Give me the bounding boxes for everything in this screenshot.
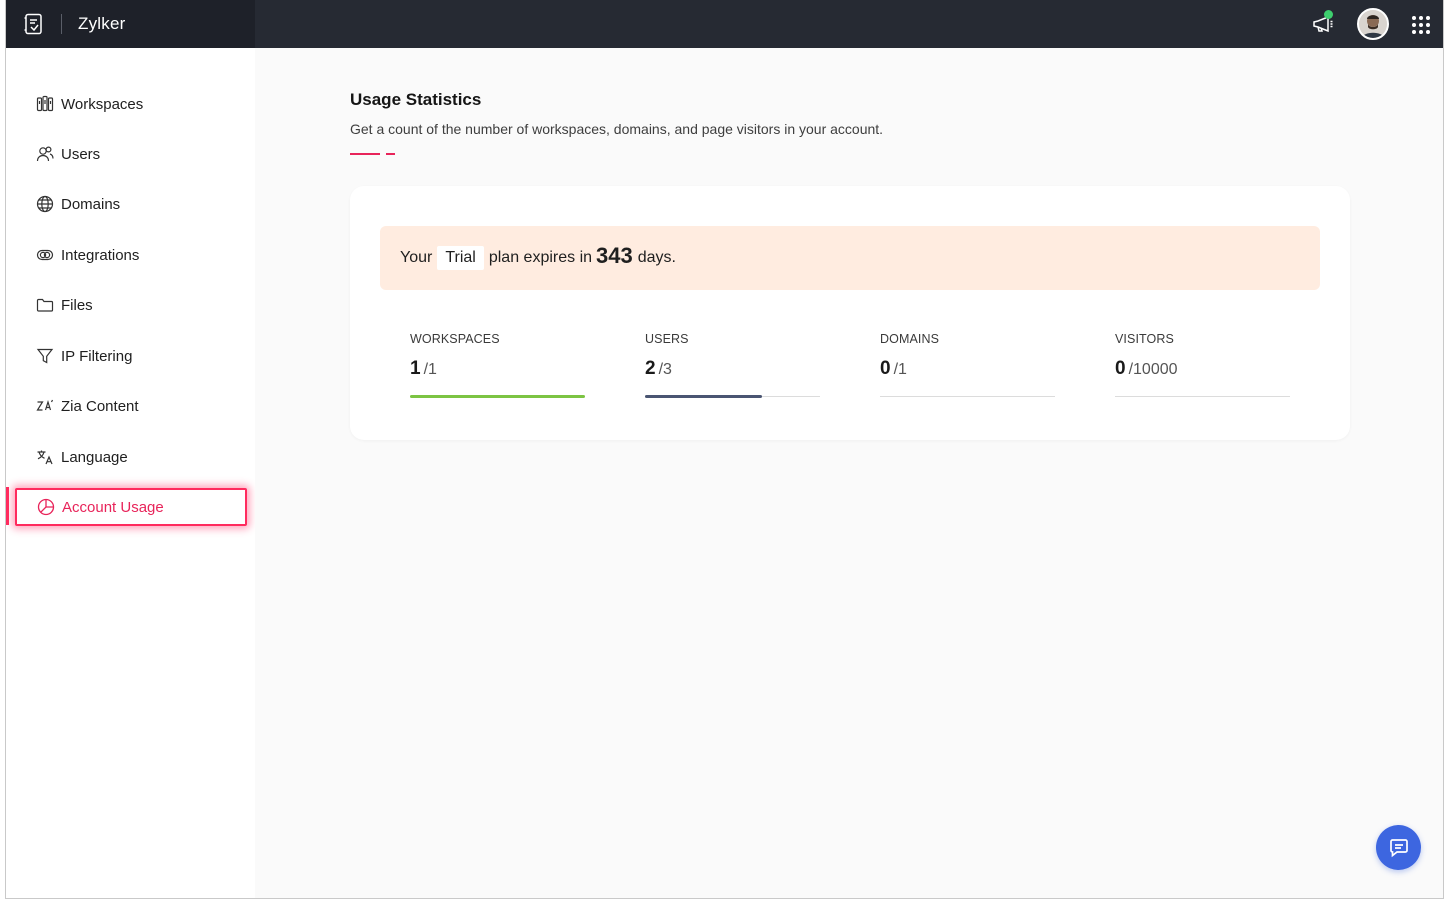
stat-label: WORKSPACES xyxy=(410,332,500,346)
sidebar-item-label: Zia Content xyxy=(61,397,139,415)
page-subtitle: Get a count of the number of workspaces,… xyxy=(350,121,884,137)
stat-values: 0/1 xyxy=(880,358,1055,380)
avatar-person-icon xyxy=(1359,10,1387,38)
chat-button[interactable] xyxy=(1376,825,1421,870)
stat-progress-fill xyxy=(410,395,585,398)
stat-visitors: VISITORS 0/10000 xyxy=(1115,332,1290,397)
sidebar-item-label: Language xyxy=(61,448,128,466)
pie-chart-icon xyxy=(36,497,56,517)
plan-badge: Trial xyxy=(437,246,484,270)
main-content: Usage Statistics Get a count of the numb… xyxy=(255,48,1443,898)
sidebar-item-users[interactable]: Users xyxy=(6,134,255,174)
sidebar-item-ip-filtering[interactable]: IP Filtering xyxy=(6,336,255,376)
sidebar-item-label: Workspaces xyxy=(61,95,144,113)
sidebar-item-zia-content[interactable]: Zia Content xyxy=(6,386,255,426)
stat-domains: DOMAINS 0/1 xyxy=(880,332,1055,397)
top-bar: Zylker xyxy=(6,0,1443,48)
usage-card: Your Trial plan expires in 343 days. WOR… xyxy=(350,186,1350,440)
sidebar-item-domains[interactable]: Domains xyxy=(6,184,255,224)
trial-middle: plan expires in xyxy=(488,249,593,266)
sidebar-item-label: Account Usage xyxy=(62,498,164,516)
brand-divider xyxy=(61,14,62,34)
avatar[interactable] xyxy=(1357,8,1389,40)
trial-suffix: days. xyxy=(637,249,676,266)
stat-progress-track xyxy=(1115,396,1290,397)
stat-label: USERS xyxy=(645,332,689,346)
stat-progress-fill xyxy=(645,395,762,398)
sidebar-item-label: Domains xyxy=(61,195,121,213)
stat-used: 2 xyxy=(645,358,656,379)
app-window: Zylker Workspaces Users Domains Integrat… xyxy=(5,0,1444,899)
integrations-icon xyxy=(35,245,55,265)
filter-icon xyxy=(35,346,55,366)
stat-used: 0 xyxy=(1115,358,1126,379)
sidebar-item-label: IP Filtering xyxy=(61,347,133,365)
title-underline xyxy=(350,153,380,155)
trial-prefix: Your xyxy=(400,249,433,266)
sidebar-item-label: Files xyxy=(61,296,93,314)
app-logo-icon[interactable] xyxy=(22,12,46,36)
stat-used: 1 xyxy=(410,358,421,379)
notification-dot xyxy=(1324,10,1333,19)
sidebar-item-language[interactable]: Language xyxy=(6,437,255,477)
stat-max: /3 xyxy=(658,361,672,378)
sidebar-item-files[interactable]: Files xyxy=(6,285,255,325)
stat-values: 0/10000 xyxy=(1115,358,1290,380)
stat-max: /1 xyxy=(893,361,907,378)
stat-users: USERS 2/3 xyxy=(645,332,820,398)
stat-values: 1/1 xyxy=(410,358,585,380)
brand-name: Zylker xyxy=(78,14,126,33)
sidebar-item-workspaces[interactable]: Workspaces xyxy=(6,84,255,124)
stat-max: /10000 xyxy=(1128,361,1178,378)
sidebar-item-account-usage[interactable]: Account Usage xyxy=(15,488,247,526)
stat-values: 2/3 xyxy=(645,358,820,380)
stat-label: VISITORS xyxy=(1115,332,1174,346)
folder-icon xyxy=(35,295,55,315)
stat-used: 0 xyxy=(880,358,891,379)
globe-icon xyxy=(35,194,55,214)
stat-progress-track xyxy=(645,395,820,398)
stat-progress-track xyxy=(880,396,1055,397)
stat-workspaces: WORKSPACES 1/1 xyxy=(410,332,585,398)
sidebar: Workspaces Users Domains Integrations Fi… xyxy=(6,48,255,898)
stat-progress-track xyxy=(410,395,585,398)
trial-days-count: 343 xyxy=(596,243,633,268)
stat-label: DOMAINS xyxy=(880,332,940,346)
translate-icon xyxy=(35,447,55,467)
sidebar-item-label: Users xyxy=(61,145,101,163)
active-indicator xyxy=(6,487,9,525)
page-title: Usage Statistics xyxy=(350,90,482,109)
trial-banner: Your Trial plan expires in 343 days. xyxy=(380,226,1320,290)
zia-icon xyxy=(35,396,55,416)
users-icon xyxy=(35,144,55,164)
title-underline-dash xyxy=(386,153,395,155)
sidebar-item-integrations[interactable]: Integrations xyxy=(6,235,255,275)
brand-zone: Zylker xyxy=(6,0,255,48)
app-grid-icon[interactable] xyxy=(1411,15,1431,35)
chat-icon xyxy=(1389,838,1408,857)
sidebar-item-label: Integrations xyxy=(61,246,140,264)
stat-max: /1 xyxy=(423,361,437,378)
workspaces-icon xyxy=(35,94,55,114)
